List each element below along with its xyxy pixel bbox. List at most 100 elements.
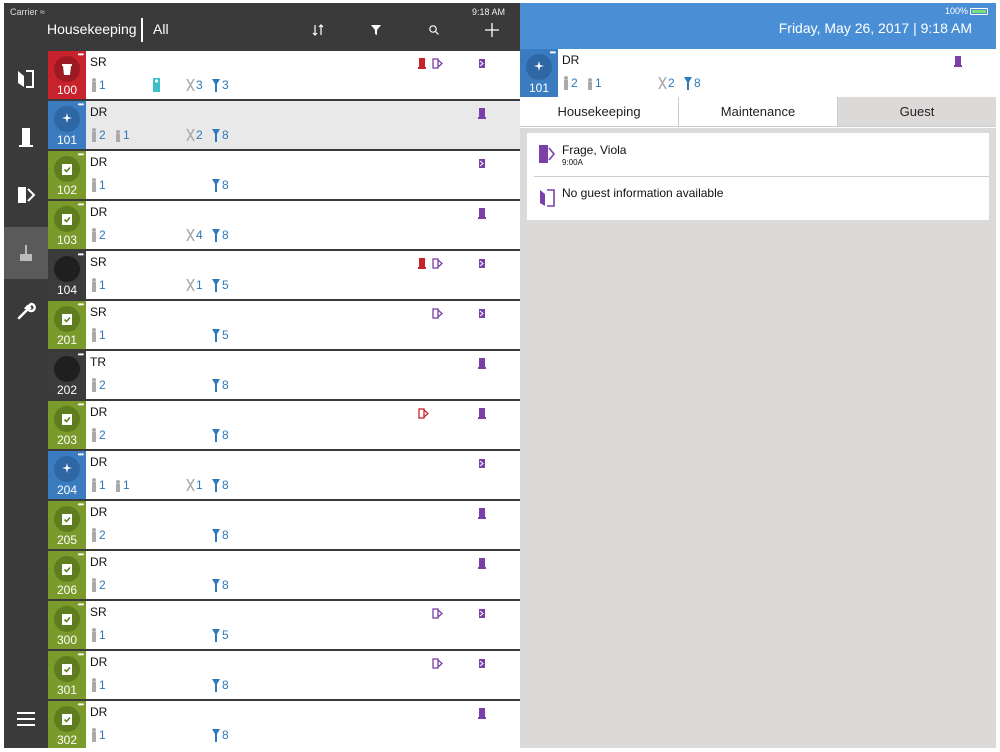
more-icon[interactable]: ••• bbox=[78, 601, 84, 609]
guest-count: 1 bbox=[90, 728, 106, 742]
selected-room-status: DR bbox=[562, 53, 580, 67]
guest-count: 1 bbox=[90, 328, 106, 342]
room-status-icon bbox=[54, 406, 80, 432]
room-flag-icon bbox=[478, 156, 489, 174]
room-flag-icon bbox=[418, 56, 426, 74]
room-flag-icon bbox=[432, 56, 443, 74]
filter-button[interactable]: All bbox=[153, 21, 169, 37]
tab-housekeeping[interactable]: Housekeeping bbox=[520, 97, 679, 126]
door-exit-icon bbox=[16, 185, 36, 205]
tab-maintenance[interactable]: Maintenance bbox=[679, 97, 838, 126]
menu-button[interactable] bbox=[4, 693, 48, 745]
sidebar-item-checkin[interactable] bbox=[4, 53, 48, 105]
room-row[interactable]: ••• 300 SR 1 5 bbox=[48, 601, 520, 649]
room-row[interactable]: ••• 205 DR 2 8 bbox=[48, 501, 520, 549]
battery-status: 100% bbox=[945, 6, 988, 16]
guest-count: 2 bbox=[90, 228, 106, 242]
sidebar-item-maintenance[interactable] bbox=[4, 285, 48, 337]
room-status-icon bbox=[54, 156, 80, 182]
room-row[interactable]: ••• 301 DR 1 8 bbox=[48, 651, 520, 699]
selected-room-number: 101 bbox=[528, 81, 550, 95]
more-icon[interactable]: ••• bbox=[78, 351, 84, 359]
more-icon[interactable]: ••• bbox=[78, 651, 84, 659]
room-flag-icon bbox=[478, 356, 486, 374]
room-list: ••• 100 SR 1 3 3 ••• 101 DR 2 1 2 8 ••• 102 DR 1 8 ••• 103 D… bbox=[48, 51, 520, 748]
room-flag-icon bbox=[478, 256, 489, 274]
housekeeping-count: 8 bbox=[211, 128, 229, 142]
guest-count: 2 bbox=[562, 76, 578, 90]
more-icon[interactable]: ••• bbox=[550, 49, 556, 57]
sidebar-item-occupied[interactable] bbox=[4, 111, 48, 163]
sort-icon[interactable] bbox=[307, 19, 329, 41]
room-status: DR bbox=[90, 555, 108, 569]
room-badge: ••• 203 bbox=[48, 401, 86, 449]
room-row[interactable]: ••• 203 DR 2 8 bbox=[48, 401, 520, 449]
room-badge: ••• 103 bbox=[48, 201, 86, 249]
room-number: 205 bbox=[56, 533, 78, 547]
room-row[interactable]: ••• 100 SR 1 3 3 bbox=[48, 51, 520, 99]
room-row[interactable]: ••• 302 DR 1 8 bbox=[48, 701, 520, 748]
room-badge: ••• 102 bbox=[48, 151, 86, 199]
sidebar-item-housekeeping[interactable] bbox=[4, 227, 48, 279]
header: Housekeeping All bbox=[4, 15, 520, 49]
more-icon[interactable]: ••• bbox=[78, 201, 84, 209]
search-icon[interactable] bbox=[423, 19, 445, 41]
guest-count-secondary: 1 bbox=[586, 76, 602, 90]
more-icon[interactable]: ••• bbox=[78, 451, 84, 459]
room-row[interactable]: ••• 202 TR 2 8 bbox=[48, 351, 520, 399]
filter-icon[interactable] bbox=[365, 19, 387, 41]
room-status: SR bbox=[90, 605, 107, 619]
room-badge: ••• 301 bbox=[48, 651, 86, 699]
guest-count: 1 bbox=[90, 178, 106, 192]
room-flag-icon bbox=[478, 56, 489, 74]
guest-count: 1 bbox=[90, 478, 106, 492]
room-number: 100 bbox=[56, 83, 78, 97]
more-icon[interactable]: ••• bbox=[78, 251, 84, 259]
more-icon[interactable]: ••• bbox=[78, 151, 84, 159]
room-row[interactable]: ••• 103 DR 2 4 8 bbox=[48, 201, 520, 249]
room-flag-icon bbox=[478, 706, 486, 724]
room-row[interactable]: ••• 206 DR 2 8 bbox=[48, 551, 520, 599]
room-row[interactable]: ••• 102 DR 1 8 bbox=[48, 151, 520, 199]
room-badge: ••• 205 bbox=[48, 501, 86, 549]
room-status: DR bbox=[90, 455, 108, 469]
add-icon[interactable] bbox=[481, 19, 503, 41]
sidebar-item-checkout[interactable] bbox=[4, 169, 48, 221]
more-icon[interactable]: ••• bbox=[78, 701, 84, 709]
tab-guest[interactable]: Guest bbox=[838, 97, 996, 126]
hamburger-icon bbox=[16, 711, 36, 727]
room-row[interactable]: ••• 204 DR 1 1 1 8 bbox=[48, 451, 520, 499]
housekeeping-count: 8 bbox=[211, 178, 229, 192]
room-number: 301 bbox=[56, 683, 78, 697]
room-status-icon bbox=[54, 706, 80, 732]
room-badge: ••• 201 bbox=[48, 301, 86, 349]
room-number: 102 bbox=[56, 183, 78, 197]
room-flag-icon bbox=[478, 306, 489, 324]
room-flag-icon bbox=[478, 406, 486, 424]
sparkle-icon bbox=[526, 54, 552, 80]
room-status: SR bbox=[90, 55, 107, 69]
room-status-icon bbox=[54, 306, 80, 332]
more-icon[interactable]: ••• bbox=[78, 101, 84, 109]
room-number: 203 bbox=[56, 433, 78, 447]
more-icon[interactable]: ••• bbox=[78, 401, 84, 409]
more-icon[interactable]: ••• bbox=[78, 51, 84, 59]
selected-room-card: ••• 101 DR 2 1 2 8 bbox=[520, 49, 996, 97]
guest-count: 1 bbox=[90, 78, 106, 92]
guest-name[interactable]: Frage, Viola bbox=[562, 143, 626, 157]
room-row[interactable]: ••• 101 DR 2 1 2 8 bbox=[48, 101, 520, 149]
right-header: 100% Friday, May 26, 2017 | 9:18 AM bbox=[520, 3, 996, 49]
dnd-icon bbox=[152, 77, 162, 93]
room-number: 204 bbox=[56, 483, 78, 497]
housekeeping-count: 5 bbox=[211, 328, 229, 342]
more-icon[interactable]: ••• bbox=[78, 301, 84, 309]
room-row[interactable]: ••• 201 SR 1 5 bbox=[48, 301, 520, 349]
more-icon[interactable]: ••• bbox=[78, 551, 84, 559]
wrench-icon bbox=[16, 301, 36, 321]
door-icon bbox=[18, 127, 34, 147]
more-icon[interactable]: ••• bbox=[78, 501, 84, 509]
room-row[interactable]: ••• 104 SR 1 1 5 bbox=[48, 251, 520, 299]
room-status: DR bbox=[90, 505, 108, 519]
room-status: DR bbox=[90, 705, 108, 719]
door-enter-icon bbox=[538, 188, 556, 213]
